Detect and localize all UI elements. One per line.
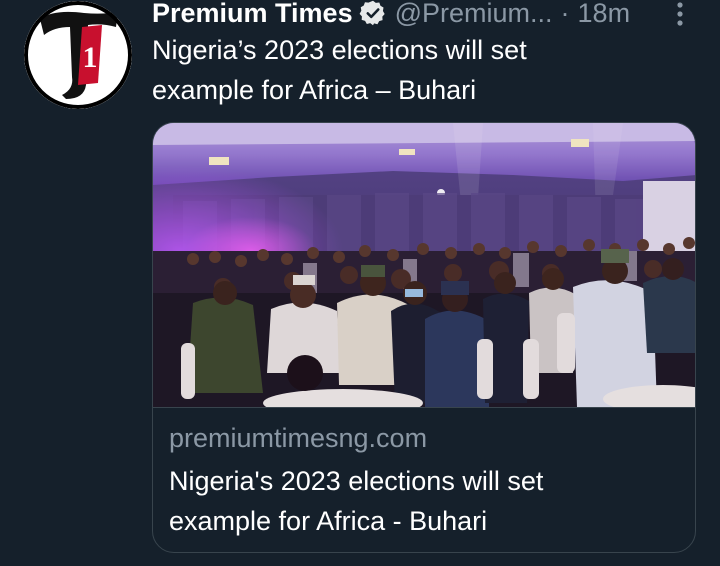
timestamp[interactable]: 18m: [578, 0, 631, 29]
verified-badge-icon: [359, 0, 387, 27]
author-name[interactable]: Premium Times: [152, 0, 353, 29]
card-image[interactable]: [153, 123, 696, 407]
avatar[interactable]: 1: [24, 1, 132, 109]
tweet[interactable]: 1 Premium Times @Premium... · 18m Nigeri…: [0, 0, 720, 566]
author-handle[interactable]: @Premium...: [395, 0, 553, 29]
card-divider: [153, 407, 695, 408]
link-card[interactable]: premiumtimesng.com Nigeria's 2023 electi…: [152, 122, 696, 553]
tweet-header: Premium Times @Premium... · 18m: [152, 0, 630, 30]
card-title: Nigeria's 2023 elections will set exampl…: [169, 466, 544, 536]
tweet-text: Nigeria’s 2023 elections will set exampl…: [152, 35, 527, 105]
separator-dot: ·: [560, 0, 570, 28]
card-domain: premiumtimesng.com: [169, 423, 428, 453]
avatar-logo-digit: 1: [83, 41, 98, 74]
more-vertical-icon[interactable]: [664, 0, 696, 30]
